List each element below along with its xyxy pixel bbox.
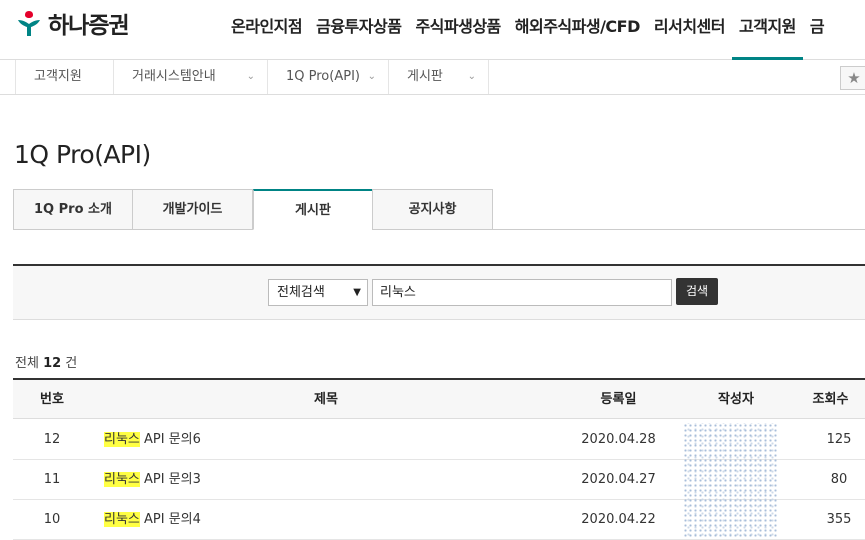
post-title-link[interactable]: 리눅스 API 문의3 <box>104 460 554 499</box>
nav-item-stock-derivatives[interactable]: 주식파생상품 <box>408 0 507 60</box>
row-date: 2020.04.28 <box>581 432 656 447</box>
chevron-down-icon: ⌄ <box>367 71 376 82</box>
nav-item-customer-support[interactable]: 고객지원 <box>732 0 803 60</box>
post-title-link[interactable]: 리눅스 API 문의4 <box>104 500 554 539</box>
breadcrumb-label: 거래시스템안내 <box>132 69 216 84</box>
tab-board[interactable]: 게시판 <box>253 189 373 230</box>
breadcrumb-item-support[interactable]: 고객지원 <box>16 60 114 94</box>
total-number: 12 <box>43 356 62 371</box>
col-header-author: 작성자 <box>718 392 754 407</box>
nav-item-truncated[interactable]: 금 <box>803 0 831 60</box>
tab-intro[interactable]: 1Q Pro 소개 <box>13 189 133 230</box>
total-prefix: 전체 <box>15 356 39 371</box>
chevron-down-icon: ⌄ <box>246 71 255 82</box>
row-views: 355 <box>826 512 852 527</box>
star-icon: ★ <box>847 69 861 87</box>
author-redacted <box>683 423 778 538</box>
favorite-button[interactable]: ★ <box>840 66 865 90</box>
chevron-down-icon: ▼ <box>353 287 361 298</box>
tab-dev-guide[interactable]: 개발가이드 <box>132 189 253 230</box>
search-type-value: 전체검색 <box>277 285 325 300</box>
logo[interactable]: 하나증권 <box>14 6 130 40</box>
col-header-number: 번호 <box>40 392 64 407</box>
logo-icon <box>14 8 44 38</box>
nav-item-overseas-cfd[interactable]: 해외주식파생/CFD <box>508 0 647 60</box>
search-type-select[interactable]: 전체검색 ▼ <box>268 279 368 306</box>
breadcrumb-label: 1Q Pro(API) <box>286 69 360 84</box>
post-title-text: API 문의3 <box>139 472 201 487</box>
nav-item-financial-products[interactable]: 금융투자상품 <box>309 0 408 60</box>
row-date: 2020.04.22 <box>581 512 656 527</box>
breadcrumb-label: 고객지원 <box>34 69 82 84</box>
main-nav: 온라인지점 금융투자상품 주식파생상품 해외주식파생/CFD 리서치센터 고객지… <box>224 0 831 60</box>
post-title-link[interactable]: 리눅스 API 문의6 <box>104 420 554 459</box>
breadcrumb-item-trading-system[interactable]: 거래시스템안내 ⌄ <box>114 60 268 94</box>
board-table-header: 번호 제목 등록일 작성자 조회수 <box>13 378 865 419</box>
row-number: 10 <box>43 512 61 527</box>
search-highlight: 리눅스 <box>104 472 140 487</box>
breadcrumb-item-1q-pro-api[interactable]: 1Q Pro(API) ⌄ <box>268 60 389 94</box>
total-suffix: 건 <box>65 356 78 371</box>
nav-item-online-branch[interactable]: 온라인지점 <box>224 0 309 60</box>
col-header-date: 등록일 <box>600 392 637 407</box>
breadcrumb: 고객지원 거래시스템안내 ⌄ 1Q Pro(API) ⌄ 게시판 ⌄ <box>0 60 865 95</box>
row-number: 11 <box>43 472 61 487</box>
col-header-title: 제목 <box>314 392 338 407</box>
row-views: 80 <box>830 472 848 487</box>
tab-notice[interactable]: 공지사항 <box>372 189 493 230</box>
breadcrumb-label: 게시판 <box>407 69 443 84</box>
col-header-views: 조회수 <box>812 392 849 407</box>
search-highlight: 리눅스 <box>104 432 140 447</box>
search-input[interactable]: 리눅스 <box>372 279 672 306</box>
search-panel: 전체검색 ▼ 리눅스 검색 <box>13 264 865 320</box>
post-title-text: API 문의4 <box>139 512 201 527</box>
breadcrumb-home[interactable] <box>0 60 16 94</box>
post-title-text: API 문의6 <box>139 432 201 447</box>
breadcrumb-item-board[interactable]: 게시판 ⌄ <box>389 60 489 94</box>
row-date: 2020.04.27 <box>581 472 656 487</box>
total-count: 전체 12 건 <box>15 352 77 371</box>
row-views: 125 <box>826 432 852 447</box>
row-number: 12 <box>43 432 61 447</box>
search-highlight: 리눅스 <box>104 512 140 527</box>
site-header: 하나증권 온라인지점 금융투자상품 주식파생상품 해외주식파생/CFD 리서치센… <box>0 0 865 60</box>
nav-item-research-center[interactable]: 리서치센터 <box>647 0 732 60</box>
chevron-down-icon: ⌄ <box>467 71 476 82</box>
logo-text: 하나증권 <box>48 13 130 39</box>
page-title: 1Q Pro(API) <box>14 140 151 169</box>
search-button[interactable]: 검색 <box>676 278 718 305</box>
